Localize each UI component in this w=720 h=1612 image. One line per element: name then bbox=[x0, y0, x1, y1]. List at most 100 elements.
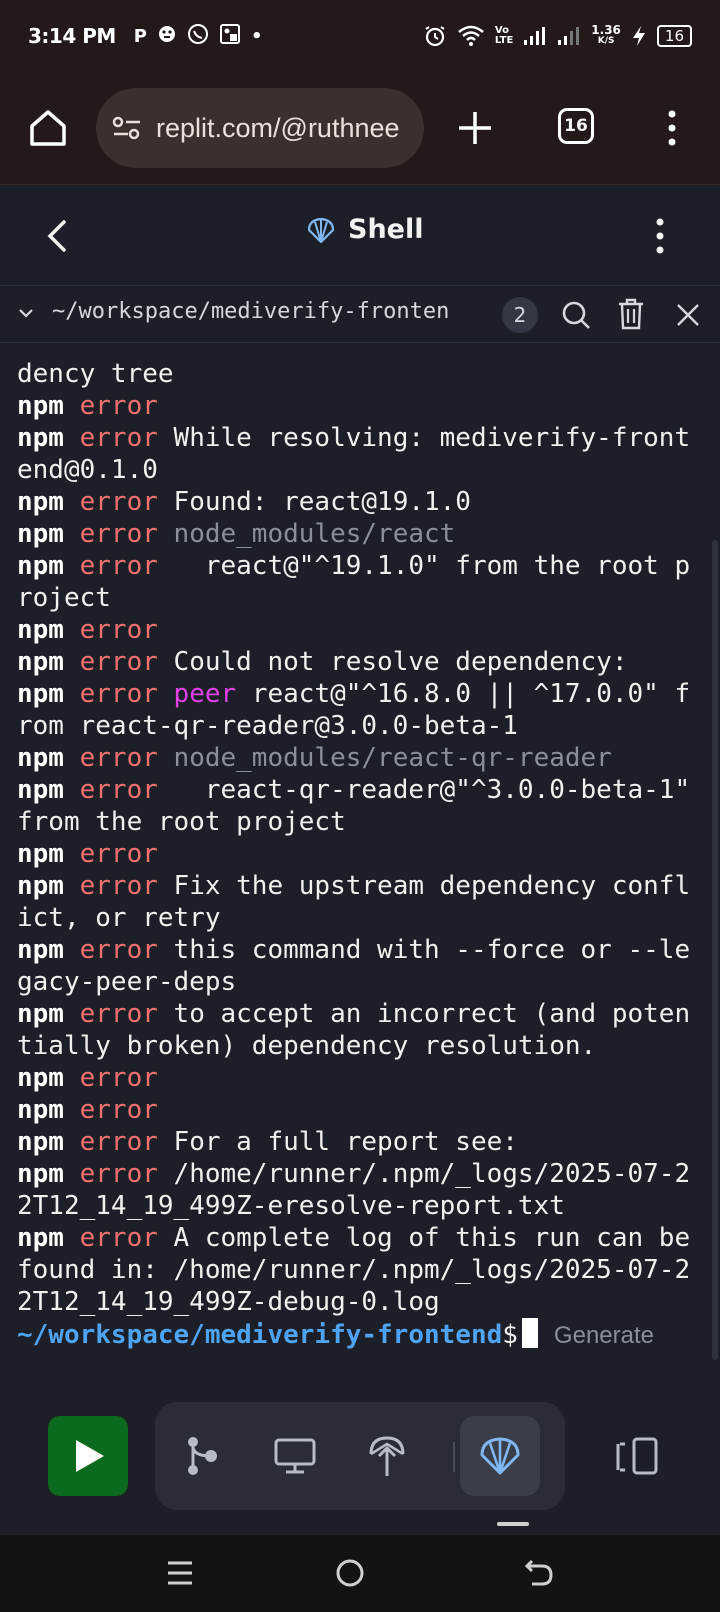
terminal-text: peer bbox=[157, 679, 237, 709]
deploy-button[interactable] bbox=[347, 1416, 427, 1496]
npm-label: npm bbox=[17, 1127, 64, 1157]
git-button[interactable] bbox=[161, 1416, 241, 1496]
alarm-icon bbox=[425, 26, 445, 47]
volte-label: Vo LTE bbox=[495, 26, 513, 46]
url-text[interactable]: replit.com/@ruthnee bbox=[156, 113, 400, 144]
npm-label: npm bbox=[17, 1159, 64, 1189]
npm-label: npm bbox=[17, 519, 64, 549]
bottom-toolbar bbox=[0, 1380, 720, 1535]
error-label: error bbox=[63, 679, 158, 709]
app-header: Shell bbox=[0, 186, 720, 286]
error-label: error bbox=[63, 487, 158, 517]
new-tab-button[interactable] bbox=[455, 108, 495, 148]
network-speed-value: 1.36 bbox=[591, 23, 621, 37]
npm-label: npm bbox=[17, 1095, 64, 1125]
layout-icon bbox=[616, 1437, 658, 1475]
status-bar: 3:14 PM P • Vo LTE 1.36 K/S 16 bbox=[0, 0, 720, 72]
terminal-cursor bbox=[521, 1318, 538, 1348]
error-label: error bbox=[63, 1063, 158, 1093]
git-icon bbox=[188, 1437, 217, 1475]
wifi-icon bbox=[458, 25, 484, 46]
tab-switcher-button[interactable]: 16 bbox=[558, 108, 594, 144]
npm-label: npm bbox=[17, 1063, 64, 1093]
generate-placeholder[interactable]: Generate bbox=[554, 1322, 654, 1349]
play-icon bbox=[76, 1440, 104, 1472]
error-label: error bbox=[63, 423, 158, 453]
run-button[interactable] bbox=[48, 1416, 128, 1496]
layout-button[interactable] bbox=[606, 1416, 666, 1496]
search-button[interactable] bbox=[560, 299, 592, 331]
pane-menu-button[interactable] bbox=[650, 216, 670, 256]
deploy-icon bbox=[369, 1436, 405, 1476]
terminal-output[interactable]: dency tree npm error npm error While resol… bbox=[0, 344, 720, 1360]
prompt-path: ~/workspace/mediverify-frontend bbox=[17, 1320, 503, 1350]
home-button[interactable] bbox=[26, 106, 70, 150]
error-label: error bbox=[63, 999, 158, 1029]
terminal-line: dency tree bbox=[17, 358, 703, 390]
close-icon bbox=[677, 304, 699, 326]
volte-bottom: LTE bbox=[494, 35, 514, 46]
preview-button[interactable] bbox=[255, 1416, 335, 1496]
terminal-line: npm error Fix the upstream dependency co… bbox=[17, 870, 703, 934]
clear-button[interactable] bbox=[616, 297, 646, 331]
npm-label: npm bbox=[17, 679, 64, 709]
npm-label: npm bbox=[17, 999, 64, 1029]
terminal-line: npm error node_modules/react-qr-reader bbox=[17, 742, 703, 774]
terminal-line: npm error to accept an incorrect (and po… bbox=[17, 998, 703, 1062]
terminal-prompt[interactable]: ~/workspace/mediverify-frontend$ Generate bbox=[17, 1318, 703, 1352]
npm-label: npm bbox=[17, 647, 64, 677]
terminal-text: dency tree bbox=[17, 359, 174, 389]
error-label: error bbox=[63, 1223, 158, 1253]
chevron-down-icon bbox=[19, 309, 33, 318]
status-right: Vo LTE 1.36 K/S 16 bbox=[423, 24, 692, 48]
npm-label: npm bbox=[17, 743, 64, 773]
error-label: error bbox=[63, 775, 158, 805]
error-label: error bbox=[63, 519, 158, 549]
circle-home-icon bbox=[336, 1559, 364, 1587]
error-label: error bbox=[63, 647, 158, 677]
gesture-indicator bbox=[497, 1522, 529, 1526]
error-label: error bbox=[63, 1159, 158, 1189]
terminal-line: npm error react@"^19.1.0" from the root … bbox=[17, 550, 703, 614]
whatsapp-icon bbox=[187, 23, 209, 50]
site-settings-icon[interactable] bbox=[112, 115, 142, 141]
terminal-line: npm error react-qr-reader@"^3.0.0-beta-1… bbox=[17, 774, 703, 838]
bug-app-icon bbox=[157, 24, 177, 49]
npm-label: npm bbox=[17, 423, 64, 453]
terminal-scrollbar[interactable] bbox=[712, 540, 718, 1360]
monitor-icon bbox=[274, 1438, 316, 1474]
dot-icon: • bbox=[250, 25, 263, 47]
terminal-text: node_modules/react-qr-reader bbox=[157, 743, 612, 773]
terminal-line: npm error node_modules/react bbox=[17, 518, 703, 550]
browser-menu-button[interactable] bbox=[662, 108, 682, 148]
recents-button[interactable] bbox=[160, 1553, 200, 1593]
close-button[interactable] bbox=[674, 301, 702, 329]
error-label: error bbox=[63, 935, 158, 965]
pane-title-text: Shell bbox=[348, 214, 424, 245]
shell-count-badge[interactable]: 2 bbox=[502, 297, 538, 333]
npm-label: npm bbox=[17, 551, 64, 581]
network-speed-unit: K/S bbox=[597, 36, 615, 46]
home-nav-button[interactable] bbox=[330, 1553, 370, 1593]
terminal-line: npm error While resolving: mediverify-fr… bbox=[17, 422, 703, 486]
shell-tab-button[interactable] bbox=[460, 1416, 540, 1496]
chevron-left-icon bbox=[47, 220, 66, 252]
pane-title: Shell bbox=[306, 214, 424, 245]
system-navbar bbox=[0, 1535, 720, 1612]
shell-icon bbox=[480, 1437, 520, 1475]
error-label: error bbox=[63, 1127, 158, 1157]
back-nav-button[interactable] bbox=[520, 1553, 560, 1593]
address-bar[interactable]: replit.com/@ruthnee bbox=[96, 88, 424, 168]
signal-icon bbox=[524, 27, 546, 45]
back-arrow-icon bbox=[524, 1559, 553, 1586]
shell-icon bbox=[307, 217, 335, 243]
trash-icon bbox=[619, 298, 643, 330]
prompt-symbol: $ bbox=[502, 1320, 518, 1350]
error-label: error bbox=[63, 551, 158, 581]
npm-label: npm bbox=[17, 615, 64, 645]
back-button[interactable] bbox=[40, 216, 76, 256]
recents-icon bbox=[168, 1561, 192, 1585]
terminal-line: npm error this command with --force or -… bbox=[17, 934, 703, 998]
collapse-button[interactable] bbox=[16, 303, 36, 323]
charging-icon bbox=[632, 26, 645, 46]
